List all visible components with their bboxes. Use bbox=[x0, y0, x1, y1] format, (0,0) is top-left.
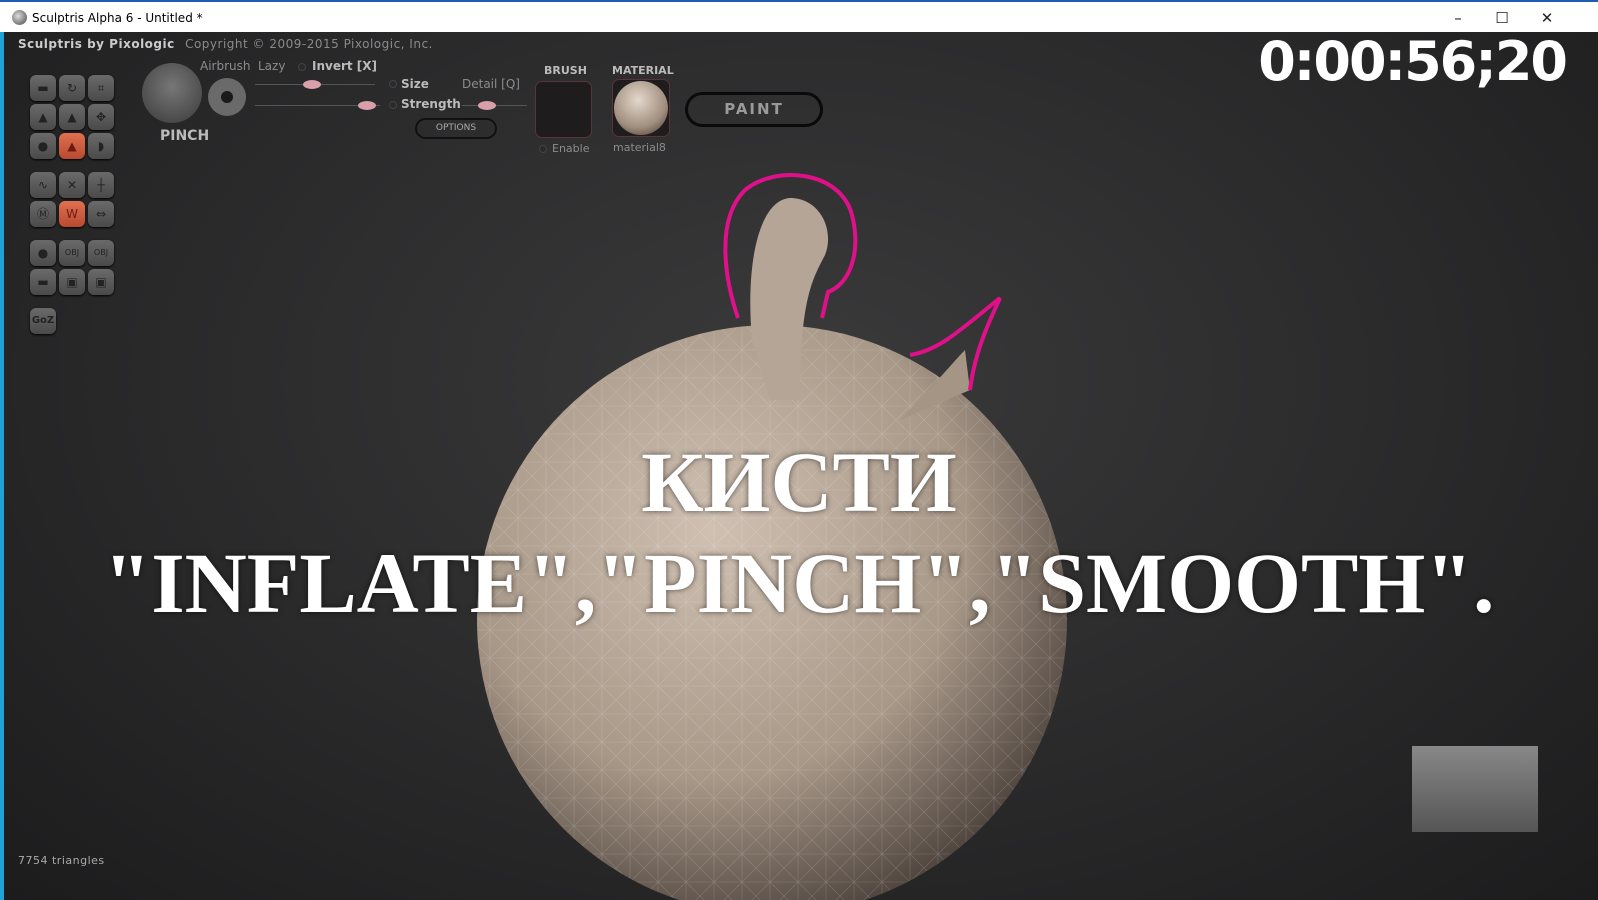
lazy-toggle[interactable]: Lazy bbox=[258, 59, 285, 73]
mirror-tool[interactable]: ⇔ bbox=[88, 201, 114, 227]
crease-tool[interactable]: ◗ bbox=[88, 133, 114, 159]
strength-slider[interactable] bbox=[255, 101, 380, 110]
airbrush-toggle[interactable]: Airbrush bbox=[200, 59, 251, 73]
detail-label: Detail [Q] bbox=[462, 77, 520, 91]
caption-title: КИСТИ bbox=[641, 434, 957, 530]
pinch-tool[interactable]: ▲ bbox=[59, 133, 85, 159]
import-obj-button[interactable]: OBJ bbox=[59, 240, 85, 266]
export-obj-button[interactable]: OBJ bbox=[88, 240, 114, 266]
options-button[interactable]: OPTIONS bbox=[415, 118, 497, 139]
grab-tool[interactable]: ✥ bbox=[88, 104, 114, 130]
draw-tool[interactable]: ▬ bbox=[30, 75, 56, 101]
channel-logo bbox=[1412, 746, 1538, 832]
symmetry-tool[interactable]: ∿ bbox=[30, 172, 56, 198]
triangle-count: 7754 triangles bbox=[18, 854, 105, 867]
new-sphere-button[interactable]: ● bbox=[30, 240, 56, 266]
recording-timer: 0:00:56;20 bbox=[1258, 30, 1568, 93]
brush-texture-slot[interactable] bbox=[535, 81, 592, 138]
new-plane-button[interactable]: ▬ bbox=[30, 269, 56, 295]
paint-button[interactable]: PAINT bbox=[685, 92, 823, 127]
flatten-tool[interactable]: ▲ bbox=[30, 104, 56, 130]
detail-slider[interactable] bbox=[462, 101, 527, 110]
rotate-tool[interactable]: ↻ bbox=[59, 75, 85, 101]
invert-toggle[interactable]: Invert [X] bbox=[312, 59, 377, 73]
save-button[interactable]: ▣ bbox=[88, 269, 114, 295]
size-slider[interactable] bbox=[255, 80, 375, 89]
copyright-bar: Sculptris by Pixologic Copyright © 2009-… bbox=[18, 37, 433, 51]
material-name: material8 bbox=[613, 141, 666, 154]
brush-panel-label: BRUSH bbox=[544, 64, 587, 77]
crop-tool[interactable]: ⌗ bbox=[88, 75, 114, 101]
brand-label: Sculptris by Pixologic bbox=[18, 37, 175, 51]
inflate-tool[interactable]: ▲ bbox=[59, 104, 85, 130]
wave-tool[interactable]: W bbox=[59, 201, 85, 227]
strength-indicator bbox=[389, 101, 397, 109]
mask-tool[interactable]: Ⓜ bbox=[30, 201, 56, 227]
open-button[interactable]: ▣ bbox=[59, 269, 85, 295]
enable-toggle[interactable]: Enable bbox=[552, 142, 589, 155]
falloff-icon[interactable] bbox=[208, 78, 246, 116]
size-indicator bbox=[389, 80, 397, 88]
copyright-text: Copyright © 2009-2015 Pixologic, Inc. bbox=[185, 37, 433, 51]
size-label: Size bbox=[401, 77, 429, 91]
smooth-tool[interactable]: ● bbox=[30, 133, 56, 159]
invert-indicator bbox=[298, 63, 306, 71]
grid-toggle[interactable]: ┼ bbox=[88, 172, 114, 198]
goz-button[interactable]: GoZ bbox=[30, 308, 56, 334]
strength-label: Strength bbox=[401, 97, 461, 111]
brush-icon[interactable] bbox=[142, 63, 202, 123]
material-slot[interactable] bbox=[612, 79, 670, 137]
enable-indicator bbox=[539, 145, 547, 153]
material-panel-label: MATERIAL bbox=[612, 64, 674, 77]
caption-subtitle: "INFLATE","PINCH","SMOOTH". bbox=[103, 535, 1495, 631]
wireframe-toggle[interactable]: ✕ bbox=[59, 172, 85, 198]
brush-name: PINCH bbox=[160, 128, 210, 144]
